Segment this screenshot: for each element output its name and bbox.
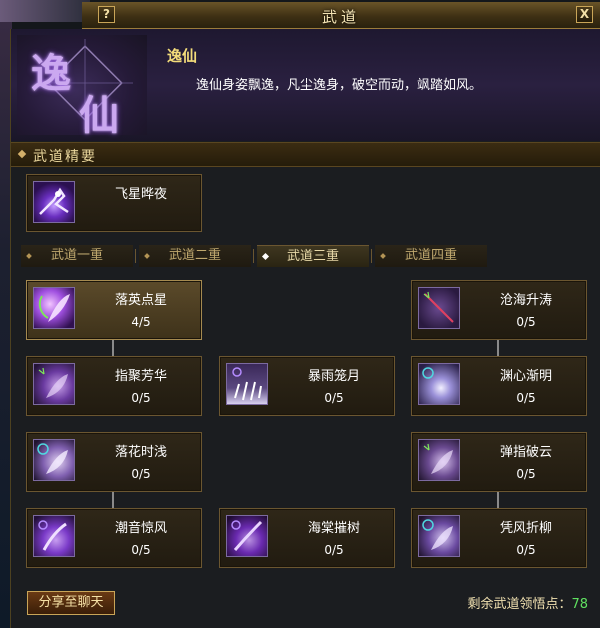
- tab-dot-icon: [144, 253, 150, 259]
- skill-level: 0/5: [516, 391, 536, 405]
- gather-bloom-icon[interactable]: [33, 363, 75, 405]
- tab-tier-3[interactable]: 武道三重: [257, 245, 369, 267]
- skill-name: 弹指破云: [499, 445, 552, 460]
- window-title: 武道: [321, 8, 360, 26]
- section-header: 武道精要: [11, 142, 600, 167]
- skill-level: 0/5: [131, 543, 151, 557]
- class-description: 逸仙身姿飘逸，凡尘逸身，破空而动，飒踏如风。: [196, 78, 483, 93]
- skill-level: 0/5: [516, 467, 536, 481]
- title-bar[interactable]: ? 武道 X: [82, 2, 600, 29]
- wind-willow-icon[interactable]: [418, 515, 460, 557]
- skill-slot-5[interactable]: 渊心渐明 0/5: [411, 356, 587, 416]
- remaining-points: 剩余武道领悟点：78: [467, 593, 588, 612]
- skill-slot-10[interactable]: 凭风折柳 0/5: [411, 508, 587, 568]
- crabapple-icon[interactable]: [226, 515, 268, 557]
- falling-flower-icon[interactable]: [33, 439, 75, 481]
- tab-label: 武道三重: [286, 249, 339, 264]
- class-header: 逸 仙 逸仙 逸仙身姿飘逸，凡尘逸身，破空而动，飒踏如风。: [11, 29, 600, 141]
- diamond-icon: [17, 149, 27, 159]
- skill-slot-6[interactable]: 落花时浅 0/5: [26, 432, 202, 492]
- skill-name: 落花时浅: [114, 445, 167, 460]
- tab-tier-1[interactable]: 武道一重: [21, 245, 133, 267]
- skill-connector: [112, 339, 114, 356]
- tab-dot-icon: [380, 253, 386, 259]
- skill-connector: [497, 491, 499, 508]
- section-title: 武道精要: [33, 149, 97, 165]
- tab-dot-icon: [261, 252, 270, 261]
- skill-slot-8[interactable]: 潮音惊风 0/5: [26, 508, 202, 568]
- featured-skill-name: 飞星晔夜: [114, 187, 167, 202]
- skill-connector: [112, 491, 114, 508]
- skill-level: 0/5: [516, 543, 536, 557]
- tab-divider: [135, 249, 136, 263]
- points-value: 78: [571, 597, 588, 612]
- rising-tide-icon[interactable]: [418, 287, 460, 329]
- tab-label: 武道四重: [404, 248, 457, 263]
- emblem-char-1: 逸: [31, 50, 71, 97]
- class-emblem: 逸 仙: [17, 35, 147, 139]
- skill-level: 0/5: [131, 391, 151, 405]
- flying-star-icon[interactable]: [33, 181, 75, 223]
- tab-divider: [253, 249, 254, 263]
- share-to-chat-button[interactable]: 分享至聊天: [27, 591, 115, 615]
- close-button[interactable]: X: [576, 6, 593, 23]
- skill-slot-9[interactable]: 海棠摧树 0/5: [219, 508, 395, 568]
- martial-path-window: 逸 仙 逸仙 逸仙身姿飘逸，凡尘逸身，破空而动，飒踏如风。 武道精要 飞星晔夜 …: [10, 29, 600, 628]
- skill-name: 凭风折柳: [499, 521, 552, 536]
- skill-name: 海棠摧树: [307, 521, 360, 536]
- featured-skill-slot[interactable]: 飞星晔夜: [26, 174, 202, 232]
- skill-connector: [497, 339, 499, 356]
- skill-level: 4/5: [131, 315, 151, 329]
- skill-slot-2[interactable]: 沧海升涛 0/5: [411, 280, 587, 340]
- skill-name: 潮音惊风: [114, 521, 167, 536]
- skill-slot-3[interactable]: 指聚芳华 0/5: [26, 356, 202, 416]
- abyss-heart-icon[interactable]: [418, 363, 460, 405]
- class-name: 逸仙: [167, 47, 198, 65]
- skill-slot-4[interactable]: 暴雨笼月 0/5: [219, 356, 395, 416]
- tier-tabs: 武道一重 武道二重 武道三重 武道四重: [21, 245, 487, 267]
- skill-name: 沧海升涛: [499, 293, 552, 308]
- background-top: [0, 0, 90, 22]
- falling-petal-icon[interactable]: [33, 287, 75, 329]
- tab-label: 武道一重: [50, 248, 103, 263]
- emblem-char-2: 仙: [79, 92, 119, 139]
- skill-slot-1[interactable]: 落英点星 4/5: [26, 280, 202, 340]
- cloud-break-icon[interactable]: [418, 439, 460, 481]
- tab-dot-icon: [26, 253, 32, 259]
- skill-name: 暴雨笼月: [307, 369, 360, 384]
- skill-level: 0/5: [131, 467, 151, 481]
- tab-divider: [371, 249, 372, 263]
- skill-name: 渊心渐明: [499, 369, 552, 384]
- skill-name: 指聚芳华: [114, 369, 167, 384]
- skill-level: 0/5: [324, 391, 344, 405]
- skill-level: 0/5: [324, 543, 344, 557]
- skill-slot-7[interactable]: 弹指破云 0/5: [411, 432, 587, 492]
- tab-tier-2[interactable]: 武道二重: [139, 245, 251, 267]
- points-label: 剩余武道领悟点：: [467, 597, 572, 612]
- tab-tier-4[interactable]: 武道四重: [375, 245, 487, 267]
- storm-moon-icon[interactable]: [226, 363, 268, 405]
- tide-wind-icon[interactable]: [33, 515, 75, 557]
- skill-level: 0/5: [516, 315, 536, 329]
- tab-label: 武道二重: [168, 248, 221, 263]
- skill-name: 落英点星: [114, 293, 167, 308]
